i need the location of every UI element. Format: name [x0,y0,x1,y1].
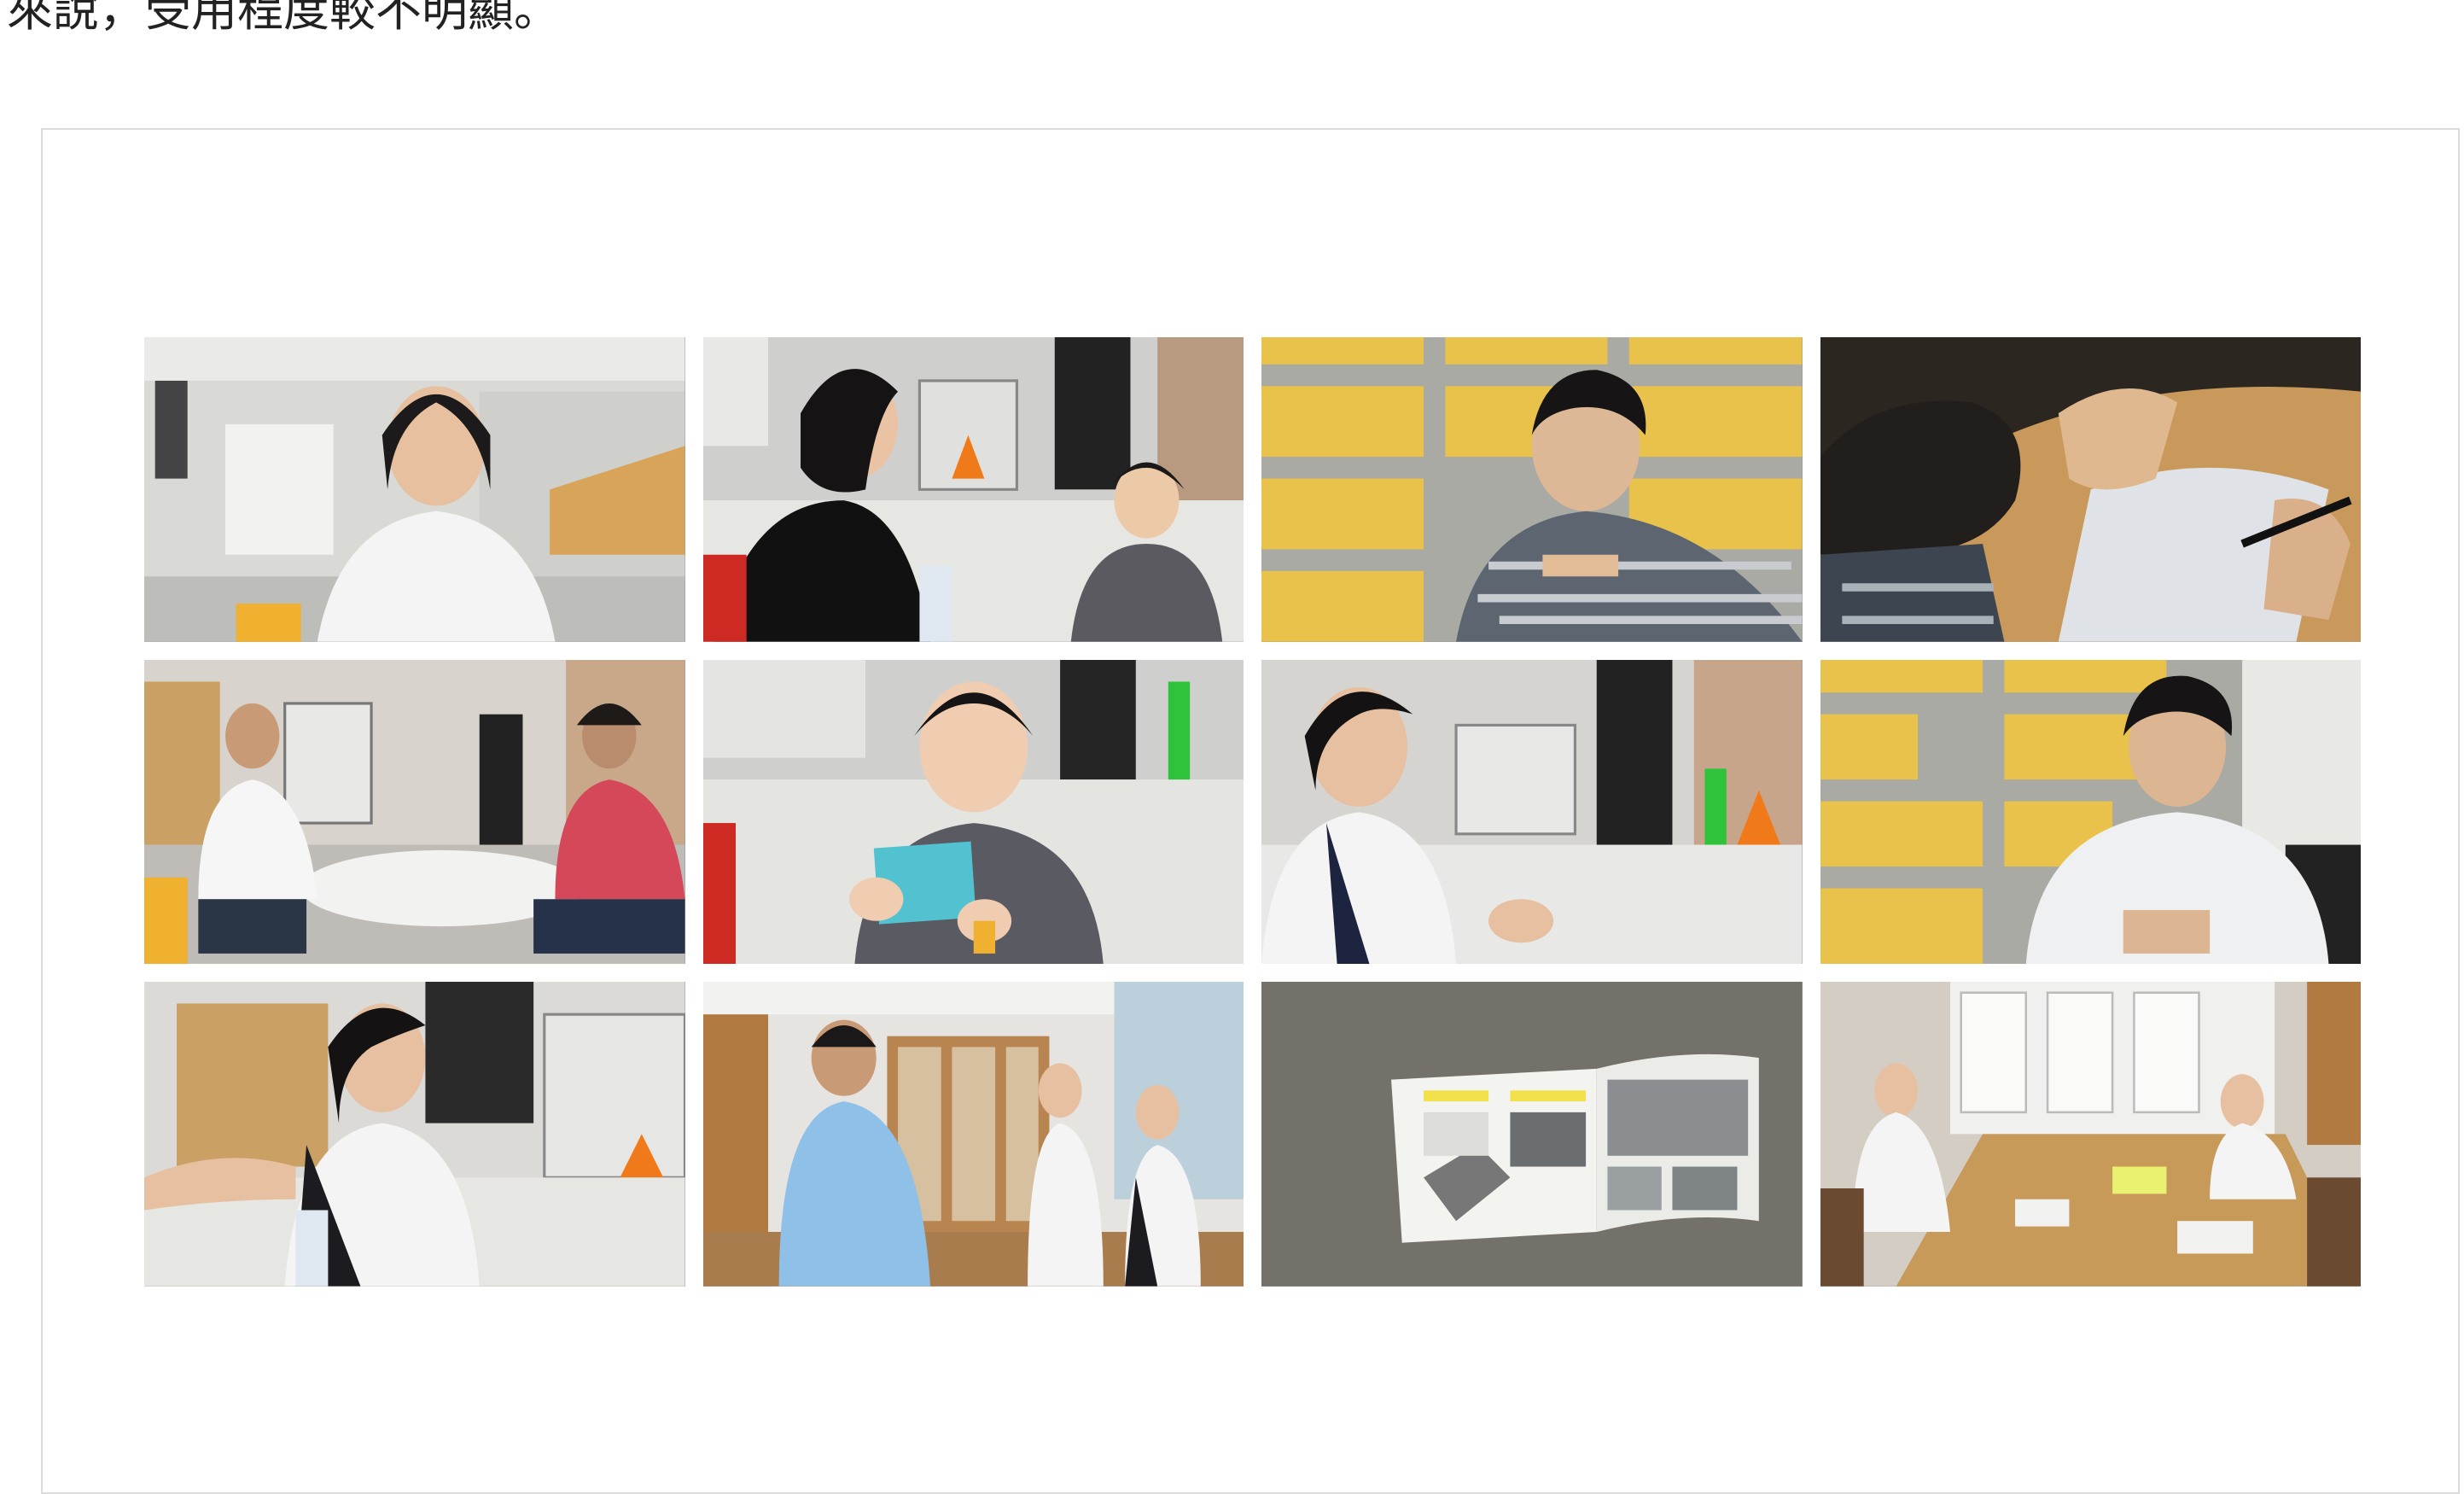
photo-girl-holding-card [702,659,1244,965]
photo-woman-and-girl-3d-printers [702,337,1244,642]
photo-woman-3d-printer-lab [1261,659,1803,965]
photo-woman-interview-office [144,337,685,642]
photo-man-interview-bookshelves [1820,659,2361,965]
photo-grid [144,337,2361,1287]
photo-meeting-room-table [1820,982,2361,1287]
photo-two-men-round-table [144,659,685,965]
photo-open-booklet [1261,982,1803,1287]
photo-people-standing-library [702,982,1244,1287]
photo-woman-gesturing-lab [144,982,685,1287]
photo-young-man-writing-bookshelves [1261,337,1803,642]
photo-hand-gesture-paper [1820,337,2361,642]
text-line: 來說，受用程度較不明顯。 [7,0,560,37]
